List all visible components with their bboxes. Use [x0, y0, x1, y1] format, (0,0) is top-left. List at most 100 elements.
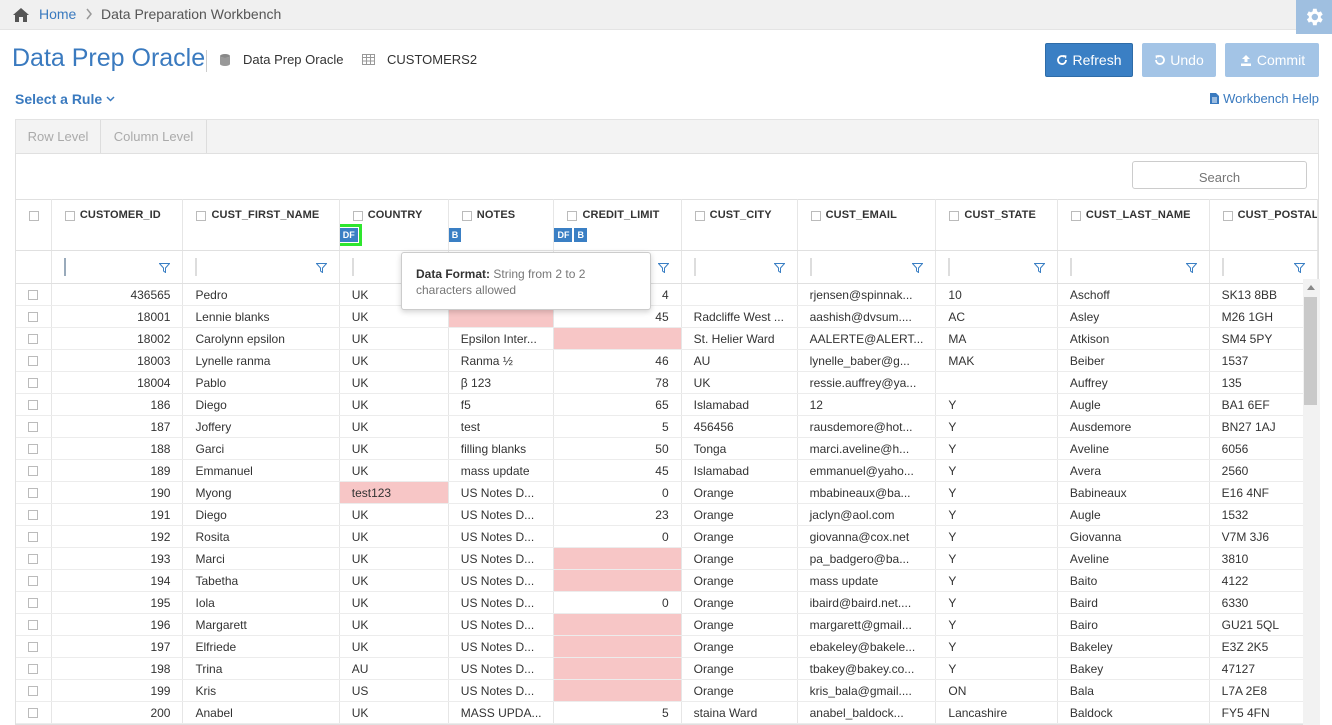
rule-selector[interactable]: Select a Rule — [15, 91, 115, 107]
column-select-checkbox[interactable] — [352, 211, 363, 221]
table-cell[interactable]: 456456 — [681, 415, 798, 438]
table-cell[interactable]: Islamabad — [681, 459, 798, 482]
table-cell[interactable]: mass update — [448, 459, 555, 482]
home-icon[interactable] — [12, 7, 30, 23]
table-cell[interactable]: UK — [339, 547, 449, 570]
table-cell[interactable]: Y — [935, 635, 1058, 658]
table-cell[interactable]: US Notes D... — [448, 525, 555, 548]
table-cell[interactable]: 199 — [51, 679, 184, 702]
rule-badge[interactable]: B — [448, 228, 462, 242]
table-cell[interactable]: jaclyn@aol.com — [797, 503, 937, 526]
table-cell[interactable]: filling blanks — [448, 437, 555, 460]
table-cell[interactable]: mbabineaux@ba... — [797, 481, 937, 504]
table-cell[interactable] — [553, 547, 682, 570]
filter-icon[interactable] — [1185, 263, 1197, 273]
table-cell[interactable]: AU — [339, 657, 449, 680]
table-cell[interactable]: pa_badgero@ba... — [797, 547, 937, 570]
table-cell[interactable]: US Notes D... — [448, 503, 555, 526]
table-cell[interactable]: 18001 — [51, 305, 184, 328]
table-cell[interactable]: 195 — [51, 591, 184, 614]
table-row[interactable]: 190 Myong test123 US Notes D... 0 Orange mbabi… — [16, 481, 1318, 504]
column-header-0[interactable]: CUSTOMER_ID — [51, 199, 184, 251]
tab-column-level[interactable]: Column Level — [101, 120, 207, 153]
table-cell[interactable]: mass update — [797, 569, 937, 592]
table-cell[interactable]: Avera — [1057, 459, 1210, 482]
table-cell[interactable]: aashish@dvsum.... — [797, 305, 937, 328]
table-cell[interactable] — [553, 569, 682, 592]
table-cell[interactable]: Bakey — [1057, 657, 1210, 680]
table-cell[interactable]: 12 — [797, 393, 937, 416]
filter-icon[interactable] — [912, 263, 924, 273]
rule-badge[interactable]: B — [574, 228, 587, 242]
table-cell[interactable]: AALERTE@ALERT... — [797, 327, 937, 350]
table-row[interactable]: 186 Diego UK f5 65 Islamabad 12 Y Augle BA1 6EF — [16, 393, 1318, 416]
table-cell[interactable] — [935, 371, 1058, 394]
table-cell[interactable]: Aveline — [1057, 547, 1210, 570]
table-cell[interactable]: Y — [935, 481, 1058, 504]
table-cell[interactable] — [681, 283, 798, 306]
table-cell[interactable]: US Notes D... — [448, 481, 555, 504]
table-cell[interactable]: 6330 — [1209, 591, 1318, 614]
table-cell[interactable]: 197 — [51, 635, 184, 658]
row-checkbox[interactable] — [28, 355, 39, 366]
table-cell[interactable]: Y — [935, 437, 1058, 460]
row-checkbox[interactable] — [28, 465, 39, 476]
table-cell[interactable]: 196 — [51, 613, 184, 636]
table-cell[interactable]: Baldock — [1057, 701, 1210, 724]
table-cell[interactable]: UK — [339, 635, 449, 658]
table-cell[interactable]: Lancashire — [935, 701, 1058, 724]
column-select-checkbox[interactable] — [461, 211, 472, 221]
table-cell[interactable]: Y — [935, 503, 1058, 526]
table-cell[interactable]: UK — [339, 701, 449, 724]
table-cell[interactable]: UK — [339, 525, 449, 548]
table-cell[interactable]: Y — [935, 569, 1058, 592]
filter-icon[interactable] — [657, 263, 669, 273]
table-cell[interactable]: Ranma ½ — [448, 349, 555, 372]
table-row[interactable]: 18004 Pablo UK β 123 78 UK ressie.auffrey@ya..… — [16, 371, 1318, 394]
table-row[interactable]: 18002 Carolynn epsilon UK Epsilon Inter... S… — [16, 327, 1318, 350]
select-all-checkbox[interactable] — [29, 211, 39, 221]
filter-icon[interactable] — [315, 263, 327, 273]
table-cell[interactable]: 10 — [935, 283, 1058, 306]
table-cell[interactable]: f5 — [448, 393, 555, 416]
column-select-checkbox[interactable] — [949, 211, 960, 221]
table-cell[interactable]: US Notes D... — [448, 657, 555, 680]
table-cell[interactable]: E3Z 2K5 — [1209, 635, 1318, 658]
table-cell[interactable]: 23 — [553, 503, 682, 526]
table-cell[interactable]: L7A 2E8 — [1209, 679, 1318, 702]
table-cell[interactable]: 188 — [51, 437, 184, 460]
table-row[interactable]: 193 Marci UK US Notes D... Orange pa_badgero@… — [16, 547, 1318, 570]
column-header-3[interactable]: NOTES B — [448, 199, 555, 251]
table-cell[interactable]: US Notes D... — [448, 569, 555, 592]
table-cell[interactable]: 2560 — [1209, 459, 1318, 482]
table-cell[interactable]: Diego — [182, 393, 340, 416]
table-cell[interactable]: 1532 — [1209, 503, 1318, 526]
table-cell[interactable]: St. Helier Ward — [681, 327, 798, 350]
table-cell[interactable]: Y — [935, 657, 1058, 680]
table-cell[interactable]: giovanna@cox.net — [797, 525, 937, 548]
workbench-help-link[interactable]: Workbench Help — [1210, 91, 1319, 106]
row-checkbox[interactable] — [28, 377, 39, 388]
table-cell[interactable]: US Notes D... — [448, 613, 555, 636]
table-cell[interactable]: Rosita — [182, 525, 340, 548]
table-cell[interactable]: 47127 — [1209, 657, 1318, 680]
table-cell[interactable]: Islamabad — [681, 393, 798, 416]
table-row[interactable]: 195 Iola UK US Notes D... 0 Orange ibaird@bair… — [16, 591, 1318, 614]
column-header-4[interactable]: CREDIT_LIMIT DF B — [553, 199, 682, 251]
table-cell[interactable]: Radcliffe West ... — [681, 305, 798, 328]
row-checkbox[interactable] — [28, 289, 39, 300]
table-cell[interactable]: 5 — [553, 415, 682, 438]
column-select-checkbox[interactable] — [567, 211, 578, 221]
row-checkbox[interactable] — [28, 575, 39, 586]
tab-row-level[interactable]: Row Level — [16, 120, 101, 153]
table-cell[interactable]: Pablo — [182, 371, 340, 394]
table-cell[interactable]: Bala — [1057, 679, 1210, 702]
table-cell[interactable]: Myong — [182, 481, 340, 504]
row-checkbox[interactable] — [28, 597, 39, 608]
table-cell[interactable]: Anabel — [182, 701, 340, 724]
table-row[interactable]: 196 Margarett UK US Notes D... Orange margare… — [16, 613, 1318, 636]
table-cell[interactable]: FY5 4FN — [1209, 701, 1318, 724]
table-cell[interactable]: MAK — [935, 349, 1058, 372]
table-cell[interactable]: Orange — [681, 635, 798, 658]
column-select-checkbox[interactable] — [196, 211, 207, 221]
